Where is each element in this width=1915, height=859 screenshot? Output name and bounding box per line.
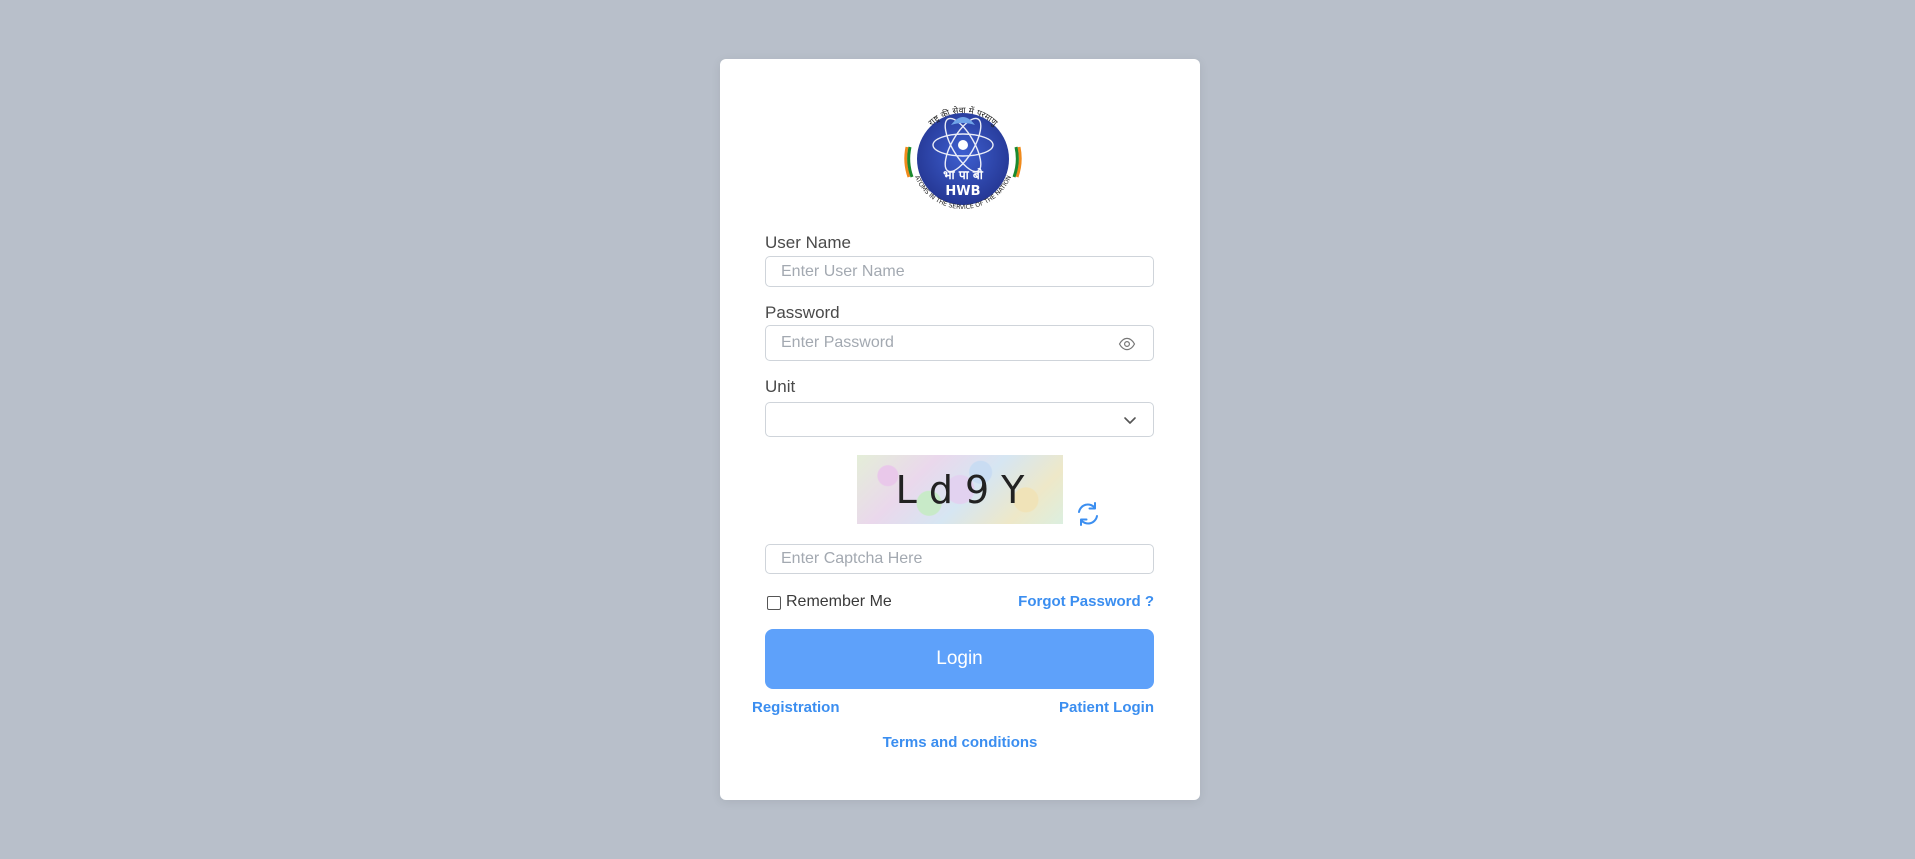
login-button[interactable]: Login xyxy=(765,629,1154,689)
registration-link[interactable]: Registration xyxy=(752,699,840,716)
username-field xyxy=(765,256,1154,287)
captcha-image: Ld9Y xyxy=(857,455,1063,524)
refresh-captcha-icon[interactable] xyxy=(1074,500,1102,528)
logo-hwb-text: HWB xyxy=(945,184,980,199)
remember-me-checkbox[interactable] xyxy=(767,596,781,610)
captcha-field xyxy=(765,544,1154,574)
password-field xyxy=(765,325,1154,361)
logo-hindi-text: भा पा बो xyxy=(943,168,984,182)
captcha-text: Ld9Y xyxy=(895,467,1037,512)
remember-me-label: Remember Me xyxy=(786,593,892,610)
chevron-down-icon xyxy=(1124,417,1136,424)
password-label: Password xyxy=(765,303,840,322)
login-card: भा पा बो HWB राष्ट्र की सेवा में परमाणु … xyxy=(720,59,1200,800)
unit-label: Unit xyxy=(765,377,796,396)
password-input[interactable] xyxy=(766,326,1153,360)
forgot-password-link[interactable]: Forgot Password ? xyxy=(1018,593,1154,610)
eye-icon[interactable] xyxy=(1118,335,1136,353)
username-input[interactable] xyxy=(766,257,1153,286)
hwb-logo: भा पा बो HWB राष्ट्र की सेवा में परमाणु … xyxy=(904,105,1022,211)
username-label: User Name xyxy=(765,233,851,252)
captcha-input[interactable] xyxy=(766,545,1153,573)
patient-login-link[interactable]: Patient Login xyxy=(1059,699,1154,716)
terms-link[interactable]: Terms and conditions xyxy=(720,734,1200,751)
unit-select[interactable] xyxy=(765,402,1154,437)
